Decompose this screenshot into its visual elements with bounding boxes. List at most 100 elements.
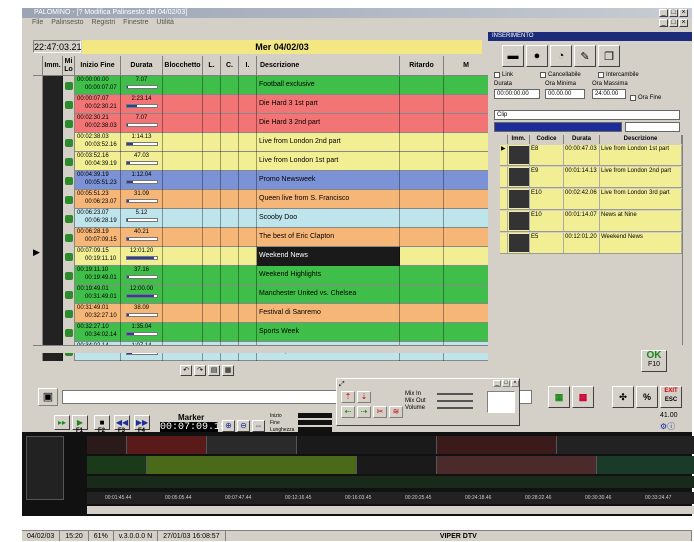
redo-icon[interactable]: ↷ bbox=[194, 365, 206, 376]
menu-palinsesto[interactable]: Palinsesto bbox=[51, 19, 83, 26]
clip-row[interactable]: ▶ E8 00:00:47.03 Live from London 1st part bbox=[500, 145, 682, 166]
clip-list-scrollbar[interactable] bbox=[682, 135, 690, 345]
description-cell[interactable]: Festival di Sanremo bbox=[257, 304, 400, 323]
timeline-scrollbar[interactable] bbox=[87, 506, 694, 514]
clip-segment[interactable] bbox=[87, 436, 127, 454]
table-row[interactable]: 00:02:38.03 00:03:52.16 1:14.13 Live from L… bbox=[33, 133, 489, 152]
clip-segment[interactable] bbox=[557, 436, 694, 454]
table-row[interactable]: 00:00:00.00 00:00:07.07 7.07 Football exclu… bbox=[33, 76, 489, 95]
grid-view-icon[interactable]: ▦ bbox=[222, 365, 234, 376]
zoom-in-icon[interactable]: ⊕ bbox=[222, 420, 235, 432]
clip-segment[interactable] bbox=[357, 456, 437, 474]
table-row[interactable]: 00:19:11.10 00:19:49.01 37.16 Weekend Highl… bbox=[33, 266, 489, 285]
gamepad-icon[interactable]: ✣ bbox=[612, 386, 634, 408]
status-icon[interactable] bbox=[63, 95, 75, 114]
status-icon[interactable] bbox=[63, 323, 75, 342]
clip-segment[interactable] bbox=[207, 436, 297, 454]
mix-fade-icon[interactable]: ≋ bbox=[389, 406, 403, 418]
menu-registri[interactable]: Registri bbox=[91, 19, 115, 26]
table-row[interactable]: 00:03:52.16 00:04:39.19 47.03 Live from Lon… bbox=[33, 152, 489, 171]
status-icon[interactable] bbox=[63, 285, 75, 304]
track-secondary[interactable] bbox=[87, 456, 694, 474]
mix-left-icon[interactable]: ⇠ bbox=[341, 406, 355, 418]
status-icon[interactable] bbox=[63, 133, 75, 152]
table-row[interactable]: 00:06:23.07 00:06:28.19 5.12 Scooby Doo bbox=[33, 209, 489, 228]
description-cell[interactable]: Live from London 2nd part bbox=[257, 133, 400, 152]
volume-slider[interactable] bbox=[437, 407, 473, 409]
ora-massima-field[interactable]: 24:00.00 bbox=[592, 89, 626, 99]
copy-icon[interactable]: ❐ bbox=[598, 45, 620, 67]
track-audio[interactable] bbox=[87, 476, 694, 488]
child-maximize-button[interactable]: □ bbox=[669, 19, 678, 27]
clip-row[interactable]: E10 00:02:42.06 Live from London 3rd part bbox=[500, 189, 682, 210]
col-block[interactable]: Blocchetto bbox=[163, 56, 203, 76]
col-mix[interactable]: Mi Lo bbox=[63, 56, 75, 76]
col-c[interactable]: C. bbox=[221, 56, 239, 76]
status-icon[interactable] bbox=[63, 114, 75, 133]
coins-icon[interactable]: ● bbox=[526, 45, 548, 67]
clip-filter-select[interactable]: Clip bbox=[494, 110, 680, 120]
child-minimize-button[interactable]: _ bbox=[659, 19, 668, 27]
list-view-icon[interactable]: ▤ bbox=[208, 365, 220, 376]
play-from-icon[interactable]: ▸▸ bbox=[54, 415, 70, 430]
ok-button[interactable]: OK F10 bbox=[641, 350, 667, 372]
import-icon[interactable]: ▣ bbox=[38, 388, 58, 406]
description-cell[interactable]: Promo Newsweek bbox=[257, 171, 400, 190]
table-row[interactable]: 00:31:49.01 00:32:27.10 38.09 Festival di S… bbox=[33, 304, 489, 323]
col-image[interactable]: Imm. bbox=[43, 56, 63, 76]
description-cell[interactable]: Scooby Doo bbox=[257, 209, 400, 228]
check-ora-fine[interactable]: Ora Fine bbox=[630, 95, 661, 101]
clip-col-code[interactable]: Codice bbox=[530, 135, 564, 144]
category-select[interactable] bbox=[494, 122, 622, 132]
clip-row[interactable]: E5 00:12:01.20 Weekend News bbox=[500, 233, 682, 254]
undo-icon[interactable]: ↶ bbox=[180, 365, 192, 376]
timeline-ruler[interactable]: 00:01:45.44 00:05:05.44 00:07:47.44 00:12:1… bbox=[87, 492, 694, 504]
table-row[interactable]: 00:32:27.10 00:34:02.14 1:35.04 Sports Week bbox=[33, 323, 489, 342]
field-end-value[interactable] bbox=[298, 420, 332, 425]
mix-up-icon[interactable]: ⇡ bbox=[341, 391, 355, 403]
col-start-end[interactable]: Inizio Fine bbox=[75, 56, 121, 76]
col-m[interactable]: M bbox=[444, 56, 489, 76]
mixer-maximize-button[interactable]: □ bbox=[502, 380, 510, 387]
minimize-button[interactable]: _ bbox=[659, 9, 668, 17]
mix-in-slider[interactable] bbox=[437, 393, 473, 395]
mix-out-slider[interactable] bbox=[437, 400, 473, 402]
status-icon[interactable] bbox=[63, 266, 75, 285]
child-close-button[interactable]: × bbox=[679, 19, 688, 27]
track-video[interactable] bbox=[87, 436, 694, 454]
col-i[interactable]: I. bbox=[239, 56, 257, 76]
description-cell[interactable]: Weekend News bbox=[257, 247, 400, 266]
col-delay[interactable]: Ritardo bbox=[400, 56, 444, 76]
clip-segment[interactable] bbox=[87, 456, 147, 474]
tape-icon[interactable]: ▬ bbox=[502, 45, 524, 67]
status-icon[interactable] bbox=[63, 304, 75, 323]
zoom-fit-icon[interactable]: ⇔ bbox=[252, 420, 265, 432]
subcategory-select[interactable] bbox=[625, 122, 680, 132]
clip-row[interactable]: E10 00:01:14.07 News at Nine bbox=[500, 211, 682, 232]
table-row[interactable]: 00:05:51.23 00:06:23.07 31.09 Queen live fr… bbox=[33, 190, 489, 209]
durata-field[interactable]: 00:00:00.00 bbox=[494, 89, 540, 99]
description-cell[interactable]: Manchester United vs. Chelsea bbox=[257, 285, 400, 304]
table-row[interactable]: 00:06:28.19 00:07:09.15 40.21 The best of E… bbox=[33, 228, 489, 247]
description-cell[interactable]: Sports Week bbox=[257, 323, 400, 342]
clip-segment[interactable] bbox=[127, 436, 207, 454]
edit-icon[interactable]: ✎ bbox=[574, 45, 596, 67]
status-icon[interactable] bbox=[63, 247, 75, 266]
settings-icon[interactable]: ⚙ⓘ bbox=[660, 421, 675, 432]
description-cell[interactable]: Football exclusive bbox=[257, 76, 400, 95]
description-cell[interactable]: Weekend Highlights bbox=[257, 266, 400, 285]
clip-segment[interactable] bbox=[147, 456, 357, 474]
status-icon[interactable] bbox=[63, 228, 75, 247]
clip-segment[interactable] bbox=[597, 456, 694, 474]
maximize-button[interactable]: □ bbox=[669, 9, 678, 17]
clip-segment[interactable] bbox=[297, 436, 437, 454]
table-row[interactable]: 00:02:30.21 00:02:38.03 7.07 Die Hard 3 2nd… bbox=[33, 114, 489, 133]
status-icon[interactable] bbox=[63, 171, 75, 190]
status-icon[interactable] bbox=[63, 209, 75, 228]
clip-segment[interactable] bbox=[437, 436, 557, 454]
palette-icon[interactable]: ▩ bbox=[572, 386, 594, 408]
description-cell[interactable]: Queen live from S. Francisco bbox=[257, 190, 400, 209]
table-row[interactable]: 00:00:07.07 00:02:30.21 2:23.14 Die Hard 3 … bbox=[33, 95, 489, 114]
percent-button[interactable]: % bbox=[636, 386, 658, 408]
check-link[interactable]: Link bbox=[494, 72, 513, 78]
